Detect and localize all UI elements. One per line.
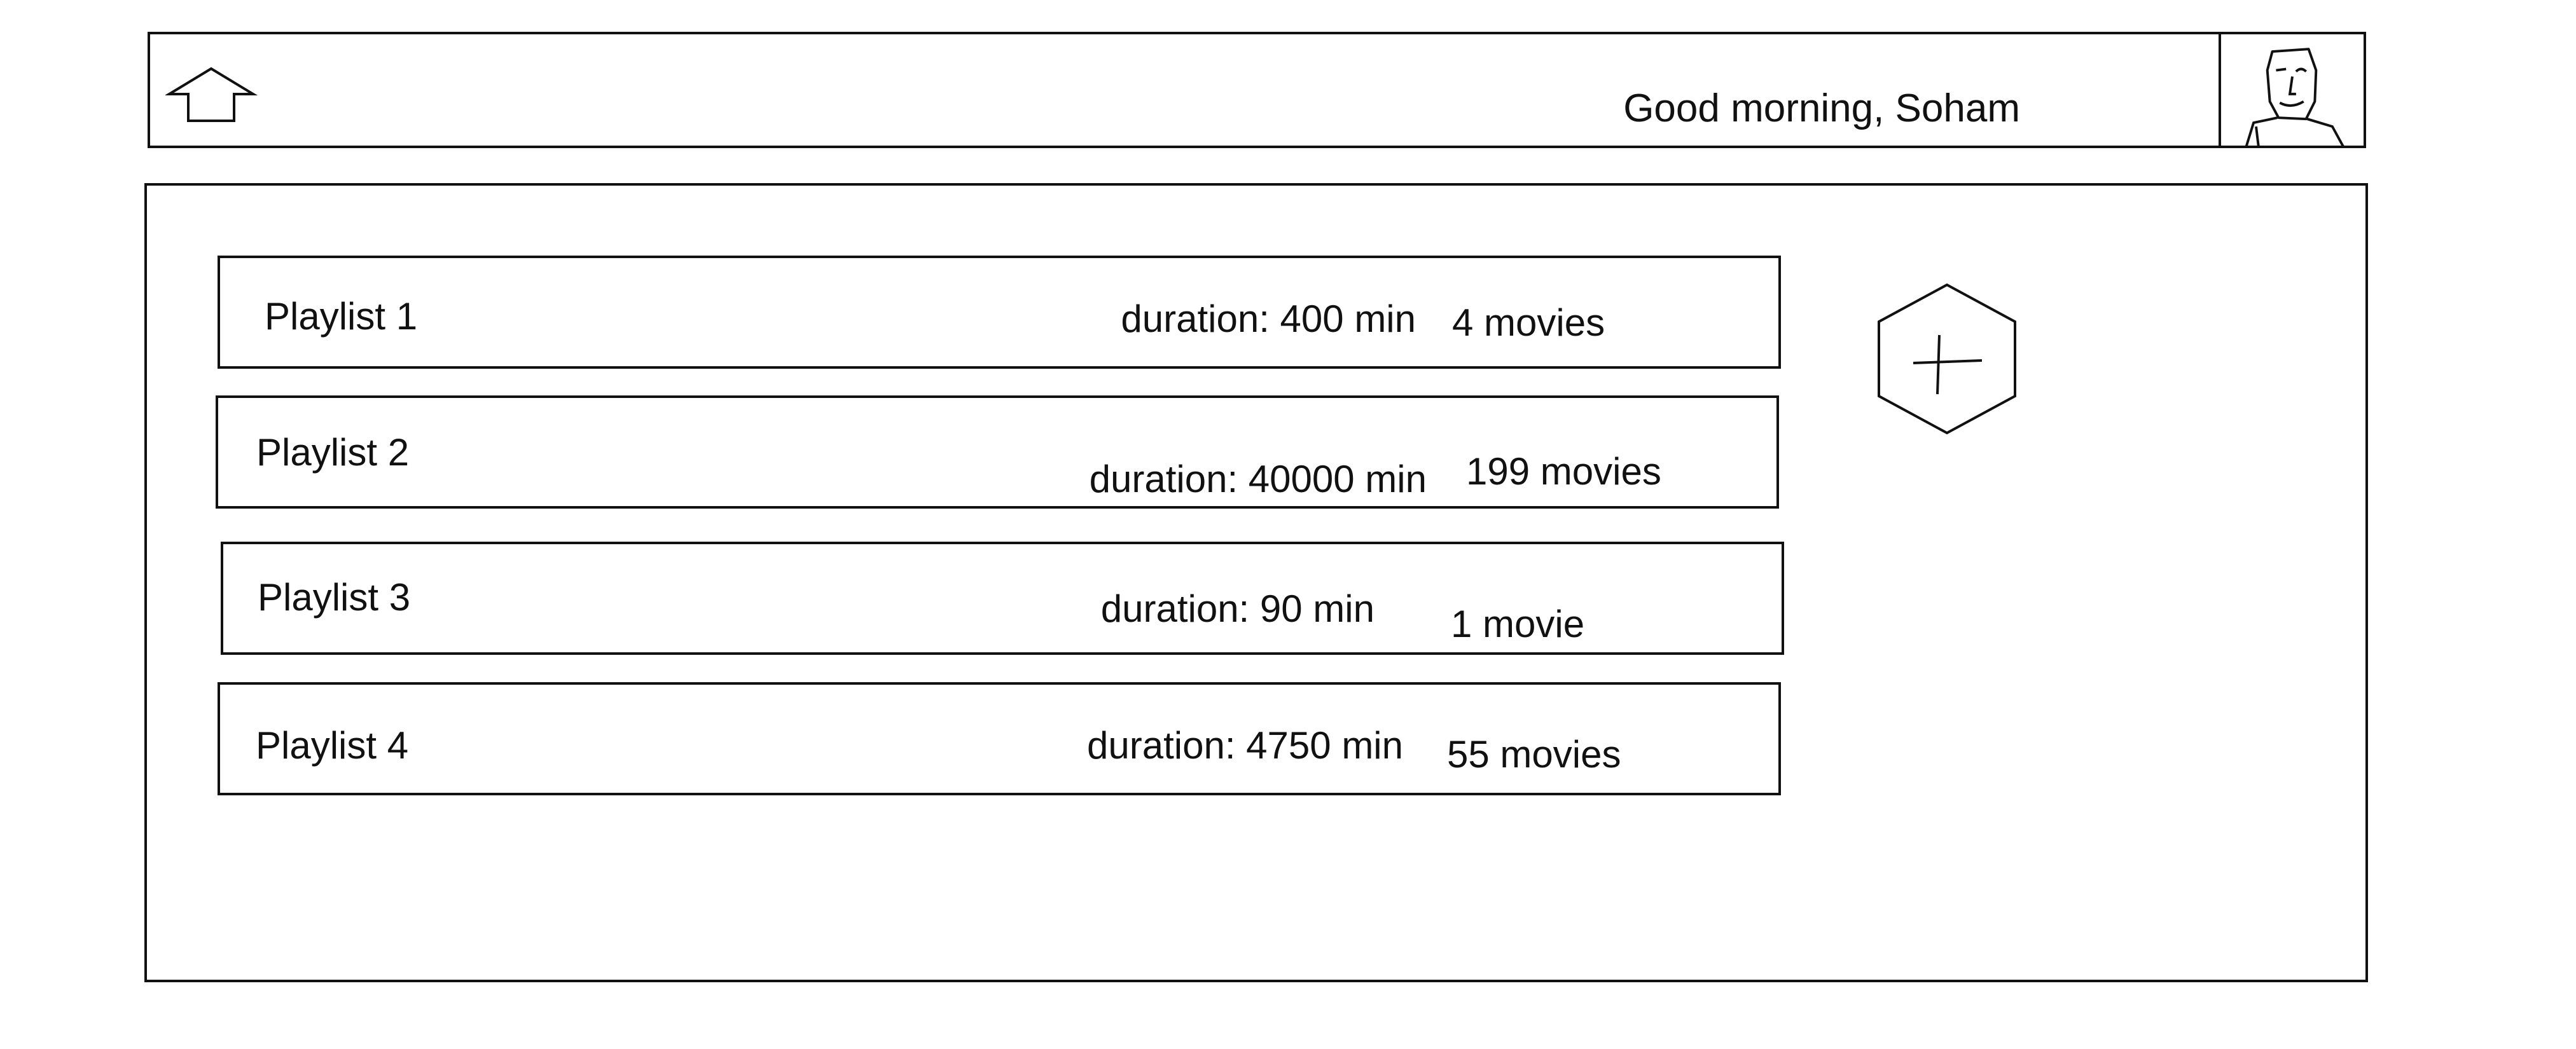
playlist-movie-count: 1 movie (1451, 603, 1585, 645)
playlist-movie-count: 4 movies (1452, 301, 1605, 344)
avatar-icon[interactable] (2219, 32, 2364, 148)
playlist-name: Playlist 3 (258, 576, 411, 619)
playlist-row[interactable]: Playlist 2 duration: 40000 min 199 movie… (216, 395, 1779, 509)
playlist-movie-count: 55 movies (1447, 733, 1621, 776)
playlist-name: Playlist 2 (256, 431, 410, 474)
add-playlist-button[interactable] (1874, 281, 2020, 437)
playlist-name: Playlist 1 (265, 295, 418, 338)
playlist-row[interactable]: Playlist 1 duration: 400 min 4 movies (218, 256, 1781, 369)
playlist-movie-count: 199 movies (1466, 450, 1661, 493)
playlist-duration: duration: 40000 min (1089, 458, 1427, 500)
playlist-duration: duration: 400 min (1121, 298, 1416, 340)
playlist-row[interactable]: Playlist 4 duration: 4750 min 55 movies (218, 682, 1781, 795)
header-bar: Good morning, Soham (148, 32, 2366, 148)
hexagon-plus-icon (1878, 283, 2016, 435)
playlist-row[interactable]: Playlist 3 duration: 90 min 1 movie (221, 542, 1784, 655)
playlists-panel: Playlist 1 duration: 400 min 4 movies Pl… (144, 183, 2368, 982)
playlist-duration: duration: 4750 min (1087, 724, 1403, 767)
playlist-duration: duration: 90 min (1100, 587, 1375, 630)
greeting-text: Good morning, Soham (1623, 86, 2020, 130)
playlist-name: Playlist 4 (256, 724, 409, 767)
home-arrow-icon[interactable] (165, 65, 258, 126)
